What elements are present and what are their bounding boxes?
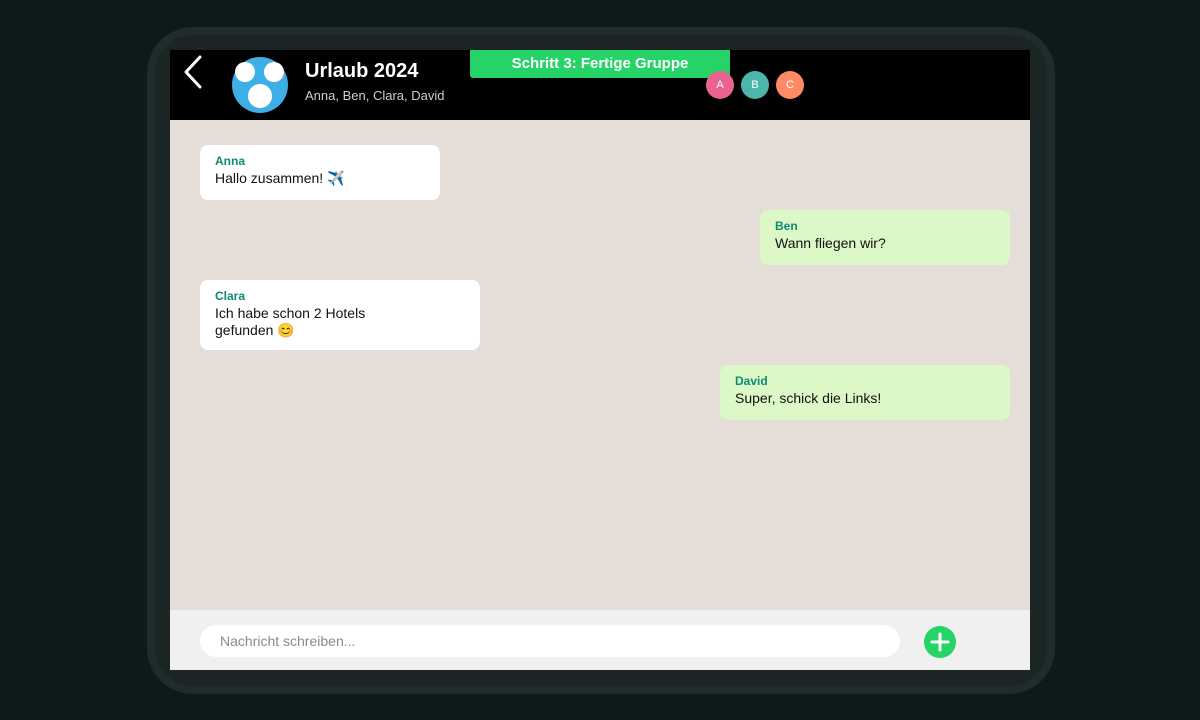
- message-bubble[interactable]: Anna Hallo zusammen! ✈️: [200, 145, 440, 200]
- message-list: Anna Hallo zusammen! ✈️ Ben Wann fliegen…: [170, 120, 1030, 610]
- message-sender: Anna: [215, 154, 245, 168]
- avatar-person-icon: [248, 84, 272, 108]
- chat-title[interactable]: Urlaub 2024: [305, 60, 418, 83]
- avatar-person-icon: [235, 62, 255, 82]
- member-chip-c[interactable]: C: [776, 71, 804, 99]
- chat-header: Urlaub 2024 Anna, Ben, Clara, David Schr…: [170, 50, 1030, 120]
- chevron-left-icon: [184, 55, 202, 89]
- message-text: Ich habe schon 2 Hotels: [215, 305, 366, 321]
- member-chip-b[interactable]: B: [741, 71, 769, 99]
- back-button[interactable]: [178, 52, 208, 92]
- message-sender: Clara: [215, 289, 246, 303]
- avatar-person-icon: [264, 62, 284, 82]
- message-bubble[interactable]: David Super, schick die Links!: [720, 365, 1010, 420]
- chat-screen: Urlaub 2024 Anna, Ben, Clara, David Schr…: [170, 50, 1030, 670]
- step-banner: Schritt 3: Fertige Gruppe: [470, 50, 730, 78]
- message-sender: Ben: [775, 219, 798, 233]
- member-chip-a[interactable]: A: [706, 71, 734, 99]
- group-avatar[interactable]: [232, 57, 288, 113]
- member-list[interactable]: Anna, Ben, Clara, David: [305, 88, 444, 103]
- message-text: Hallo zusammen! ✈️: [215, 170, 345, 186]
- message-text: Wann fliegen wir?: [775, 235, 886, 251]
- plus-icon: [930, 632, 950, 652]
- message-composer: [170, 610, 1030, 670]
- message-text: gefunden 😊: [215, 322, 295, 338]
- message-input[interactable]: [200, 625, 900, 657]
- message-sender: David: [735, 374, 768, 388]
- message-bubble[interactable]: Ben Wann fliegen wir?: [760, 210, 1010, 265]
- message-text: Super, schick die Links!: [735, 390, 882, 406]
- message-bubble[interactable]: Clara Ich habe schon 2 Hotels gefunden 😊: [200, 280, 480, 350]
- add-button[interactable]: [924, 626, 956, 658]
